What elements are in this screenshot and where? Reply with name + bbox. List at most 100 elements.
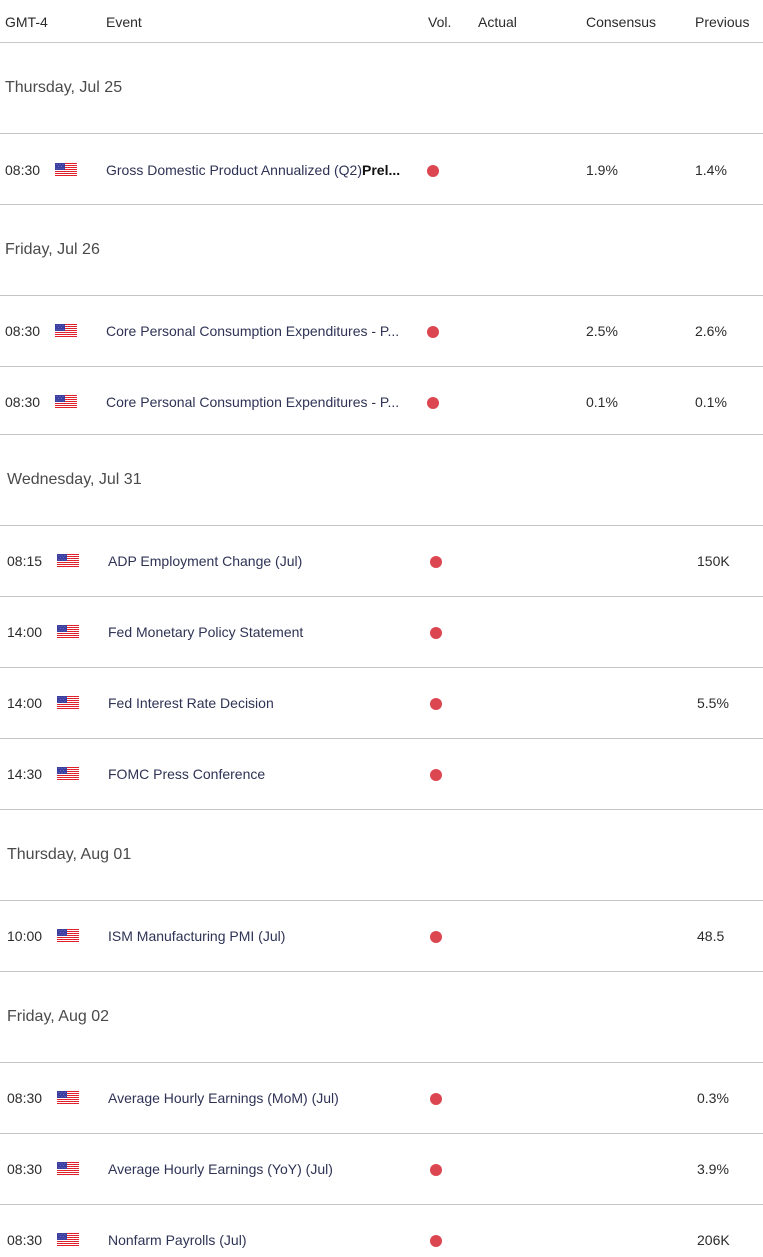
us-flag-icon xyxy=(57,1162,79,1176)
previous-value: 0.1% xyxy=(695,394,727,410)
event-suffix: Prel... xyxy=(362,162,401,178)
event-time: 10:00 xyxy=(7,928,43,944)
us-flag-icon xyxy=(57,625,79,639)
divider xyxy=(0,1062,763,1063)
event-name[interactable]: Core Personal Consumption Expenditures -… xyxy=(106,394,399,410)
divider xyxy=(0,900,763,901)
table-header: GMT-4 Event Vol. Actual Consensus Previo… xyxy=(0,0,763,43)
divider xyxy=(0,1133,763,1134)
event-time: 08:30 xyxy=(7,1090,43,1106)
event-title: FOMC Press Conference xyxy=(108,766,266,782)
volatility-high-icon xyxy=(430,698,442,710)
event-time: 08:30 xyxy=(5,394,41,410)
event-time: 14:30 xyxy=(7,766,43,782)
event-row[interactable]: 08:30 Core Personal Consumption Expendit… xyxy=(0,321,763,341)
previous-value: 2.6% xyxy=(695,323,727,339)
event-row[interactable]: 08:30 Gross Domestic Product Annualized … xyxy=(0,160,763,180)
event-title: Fed Monetary Policy Statement xyxy=(108,624,304,640)
header-consensus: Consensus xyxy=(586,14,657,30)
divider xyxy=(0,971,763,972)
consensus-value: 0.1% xyxy=(586,394,618,410)
divider xyxy=(0,204,763,205)
event-title: Core Personal Consumption Expenditures -… xyxy=(106,394,400,410)
event-row[interactable]: 08:30 Average Hourly Earnings (YoY) (Jul… xyxy=(0,1159,763,1179)
event-time: 14:00 xyxy=(7,624,43,640)
day-heading: Friday, Jul 26 xyxy=(5,241,100,258)
consensus-value: 2.5% xyxy=(586,323,618,339)
event-time: 08:30 xyxy=(5,323,41,339)
event-title: ADP Employment Change (Jul) xyxy=(108,553,303,569)
volatility-high-icon xyxy=(430,769,442,781)
header-previous: Previous xyxy=(695,14,750,30)
event-row[interactable]: 10:00 ISM Manufacturing PMI (Jul) 48.5 xyxy=(0,926,763,946)
volatility-high-icon xyxy=(427,397,439,409)
day-heading: Friday, Aug 02 xyxy=(7,1008,109,1025)
volatility-high-icon xyxy=(430,1093,442,1105)
event-name[interactable]: Core Personal Consumption Expenditures -… xyxy=(106,323,399,339)
header-timezone: GMT-4 xyxy=(5,14,48,30)
event-name[interactable]: ADP Employment Change (Jul) xyxy=(108,553,302,569)
event-title: Average Hourly Earnings (YoY) (Jul) xyxy=(108,1161,333,1177)
divider xyxy=(0,525,763,526)
us-flag-icon xyxy=(57,554,79,568)
event-row[interactable]: 08:30 Nonfarm Payrolls (Jul) 206K xyxy=(0,1230,763,1250)
day-heading: Thursday, Aug 01 xyxy=(7,846,132,863)
previous-value: 206K xyxy=(697,1232,730,1248)
divider xyxy=(0,1204,763,1205)
header-actual: Actual xyxy=(478,14,517,30)
event-row[interactable]: 14:00 Fed Interest Rate Decision 5.5% xyxy=(0,693,763,713)
event-row[interactable]: 08:30 Average Hourly Earnings (MoM) (Jul… xyxy=(0,1088,763,1108)
previous-value: 48.5 xyxy=(697,928,725,944)
volatility-high-icon xyxy=(430,931,442,943)
us-flag-icon xyxy=(57,1091,79,1105)
event-title: Fed Interest Rate Decision xyxy=(108,695,274,711)
event-name[interactable]: Nonfarm Payrolls (Jul) xyxy=(108,1232,246,1248)
event-title: ISM Manufacturing PMI (Jul) xyxy=(108,928,286,944)
event-row[interactable]: 08:15 ADP Employment Change (Jul) 150K xyxy=(0,551,763,571)
event-name[interactable]: Average Hourly Earnings (YoY) (Jul) xyxy=(108,1161,333,1177)
previous-value: 150K xyxy=(697,553,730,569)
header-event: Event xyxy=(106,14,142,30)
volatility-high-icon xyxy=(430,627,442,639)
us-flag-icon xyxy=(55,324,77,338)
previous-value: 0.3% xyxy=(697,1090,729,1106)
volatility-high-icon xyxy=(427,165,439,177)
divider xyxy=(0,366,763,367)
event-name[interactable]: FOMC Press Conference xyxy=(108,766,265,782)
event-time: 14:00 xyxy=(7,695,43,711)
volatility-high-icon xyxy=(427,326,439,338)
us-flag-icon xyxy=(55,163,77,177)
us-flag-icon xyxy=(55,395,77,409)
event-name[interactable]: Fed Interest Rate Decision xyxy=(108,695,274,711)
day-heading: Thursday, Jul 25 xyxy=(5,79,123,96)
volatility-high-icon xyxy=(430,1235,442,1247)
event-row[interactable]: 14:00 Fed Monetary Policy Statement xyxy=(0,622,763,642)
divider xyxy=(0,738,763,739)
event-title: Gross Domestic Product Annualized (Q2) xyxy=(106,162,362,178)
event-time: 08:30 xyxy=(5,162,41,178)
volatility-high-icon xyxy=(430,1164,442,1176)
us-flag-icon xyxy=(57,929,79,943)
header-volatility: Vol. xyxy=(428,14,452,30)
divider xyxy=(0,596,763,597)
event-name[interactable]: Fed Monetary Policy Statement xyxy=(108,624,303,640)
us-flag-icon xyxy=(57,696,79,710)
event-row[interactable]: 08:30 Core Personal Consumption Expendit… xyxy=(0,392,763,412)
event-title: Nonfarm Payrolls (Jul) xyxy=(108,1232,247,1248)
divider xyxy=(0,667,763,668)
event-row[interactable]: 14:30 FOMC Press Conference xyxy=(0,764,763,784)
divider xyxy=(0,809,763,810)
event-time: 08:15 xyxy=(7,553,43,569)
event-time: 08:30 xyxy=(7,1161,43,1177)
us-flag-icon xyxy=(57,1233,79,1247)
volatility-high-icon xyxy=(430,556,442,568)
event-title: Average Hourly Earnings (MoM) (Jul) xyxy=(108,1090,339,1106)
divider xyxy=(0,133,763,134)
event-name[interactable]: Gross Domestic Product Annualized (Q2)Pr… xyxy=(106,162,400,178)
divider xyxy=(0,434,763,435)
day-heading: Wednesday, Jul 31 xyxy=(7,471,142,488)
event-name[interactable]: ISM Manufacturing PMI (Jul) xyxy=(108,928,285,944)
event-name[interactable]: Average Hourly Earnings (MoM) (Jul) xyxy=(108,1090,339,1106)
event-time: 08:30 xyxy=(7,1232,43,1248)
previous-value: 1.4% xyxy=(695,162,727,178)
